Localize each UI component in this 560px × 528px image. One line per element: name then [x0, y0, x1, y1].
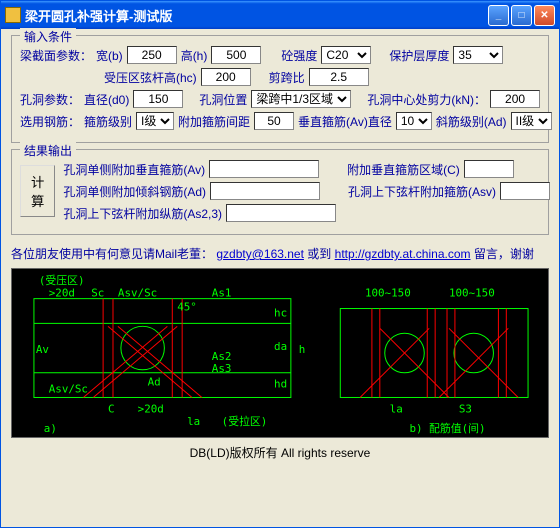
- email-link[interactable]: gzdbty@163.net: [216, 247, 304, 261]
- hole-params-label: 孔洞参数：: [20, 91, 80, 108]
- minimize-button[interactable]: _: [488, 5, 509, 26]
- url-link[interactable]: http://gzdbty.at.china.com: [335, 247, 471, 261]
- height-input[interactable]: [211, 46, 261, 64]
- cover-select[interactable]: 35: [453, 46, 503, 64]
- diag-class-select[interactable]: II级: [511, 112, 552, 130]
- diameter-label: 直径(d0): [84, 91, 129, 108]
- diameter-input[interactable]: [133, 90, 183, 108]
- d-asvsc: Asv/Sc: [118, 287, 157, 300]
- asv-label: 孔洞上下弦杆附加箍筋(Asv): [348, 183, 496, 200]
- close-button[interactable]: ✕: [534, 5, 555, 26]
- d-sc: Sc: [91, 287, 104, 300]
- shear-force-input[interactable]: [490, 90, 540, 108]
- msg-prefix: 各位朋友使用中有何意见请Mail老董：: [11, 247, 213, 261]
- d-hd: hd: [274, 378, 287, 391]
- msg-mid: 或到: [307, 247, 331, 261]
- d-s3: S3: [459, 402, 472, 415]
- concrete-label: 砼强度: [281, 47, 317, 64]
- asv-output: [500, 182, 550, 200]
- d-as3: As3: [212, 362, 232, 375]
- av-output: [209, 160, 319, 178]
- hc-input[interactable]: [201, 68, 251, 86]
- c-label: 附加垂直箍筋区域(C): [347, 161, 460, 178]
- app-icon: [5, 7, 21, 23]
- d-range1: 100~150: [365, 287, 411, 300]
- d-hc: hc: [274, 306, 287, 319]
- d-la: la: [187, 415, 200, 428]
- d-a: a): [44, 422, 57, 435]
- output-legend: 结果输出: [20, 142, 76, 159]
- width-label: 宽(b): [96, 47, 123, 64]
- ad-label: 孔洞单侧附加倾斜钢筋(Ad): [63, 183, 206, 200]
- input-legend: 输入条件: [20, 28, 76, 45]
- shear-force-label: 孔洞中心处剪力(kN)：: [367, 91, 486, 108]
- shear-span-input[interactable]: [309, 68, 369, 86]
- d-la2: la: [390, 402, 403, 415]
- d-b: b) 配筋值(间): [409, 421, 485, 435]
- d-compress: (受压区): [39, 274, 85, 287]
- d-range2: 100~150: [449, 287, 495, 300]
- ad-output: [210, 182, 320, 200]
- height-label: 高(h): [181, 47, 208, 64]
- d-h: h: [299, 343, 306, 356]
- d-as1: As1: [212, 287, 232, 300]
- add-stirrup-input[interactable]: [254, 112, 294, 130]
- d-c: C: [108, 402, 115, 415]
- width-input[interactable]: [127, 46, 177, 64]
- cover-label: 保护层厚度: [389, 47, 449, 64]
- stirrup-class-select[interactable]: I级: [136, 112, 174, 130]
- titlebar: 梁开圆孔补强计算-测试版 _ □ ✕: [1, 1, 559, 29]
- msg-suffix: 留言，谢谢: [474, 247, 534, 261]
- d-20d-2: >20d: [138, 402, 164, 415]
- d-tension: (受拉区): [222, 414, 268, 428]
- beam-params-label: 梁截面参数：: [20, 47, 92, 64]
- message-row: 各位朋友使用中有何意见请Mail老董： gzdbty@163.net 或到 ht…: [11, 241, 549, 266]
- hc-label: 受压区弦杆高(hc): [104, 69, 197, 86]
- diag-class-label: 斜筋级别(Ad): [436, 113, 507, 130]
- vert-stirrup-label: 垂直箍筋(Av)直径: [298, 113, 392, 130]
- hole-pos-label: 孔洞位置: [199, 91, 247, 108]
- d-ad: Ad: [148, 376, 161, 389]
- av-label: 孔洞单侧附加垂直箍筋(Av): [63, 161, 205, 178]
- d-av: Av: [36, 343, 49, 356]
- calculate-button[interactable]: 计 算: [20, 165, 55, 217]
- d-45: 45°: [177, 301, 197, 314]
- diagram-area: (受压区) >20d Sc Asv/Sc 45° As1 As2 As3 Av …: [11, 268, 549, 438]
- input-fieldset: 输入条件 梁截面参数： 宽(b) 高(h) 砼强度 C20 保护层厚度 35 受…: [11, 35, 549, 143]
- stirrup-class-label: 箍筋级别: [84, 113, 132, 130]
- vert-stirrup-select[interactable]: 10: [396, 112, 432, 130]
- shear-span-label: 剪跨比: [269, 69, 305, 86]
- as23-label: 孔洞上下弦杆附加纵筋(As2,3): [63, 205, 222, 222]
- concrete-select[interactable]: C20: [321, 46, 371, 64]
- window-title: 梁开圆孔补强计算-测试版: [25, 6, 488, 25]
- d-20d-1: >20d: [49, 287, 75, 300]
- d-asvsc2: Asv/Sc: [49, 383, 88, 396]
- hole-pos-select[interactable]: 梁跨中1/3区域: [251, 90, 351, 108]
- rebar-select-label: 选用钢筋：: [20, 113, 80, 130]
- footer-text: DB(LD)版权所有 All rights reserve: [11, 440, 549, 465]
- maximize-button[interactable]: □: [511, 5, 532, 26]
- d-da: da: [274, 340, 287, 353]
- output-fieldset: 结果输出 计 算 孔洞单侧附加垂直箍筋(Av) 附加垂直箍筋区域(C) 孔洞单侧…: [11, 149, 549, 235]
- c-output: [464, 160, 514, 178]
- as23-output: [226, 204, 336, 222]
- add-stirrup-label: 附加箍筋间距: [178, 113, 250, 130]
